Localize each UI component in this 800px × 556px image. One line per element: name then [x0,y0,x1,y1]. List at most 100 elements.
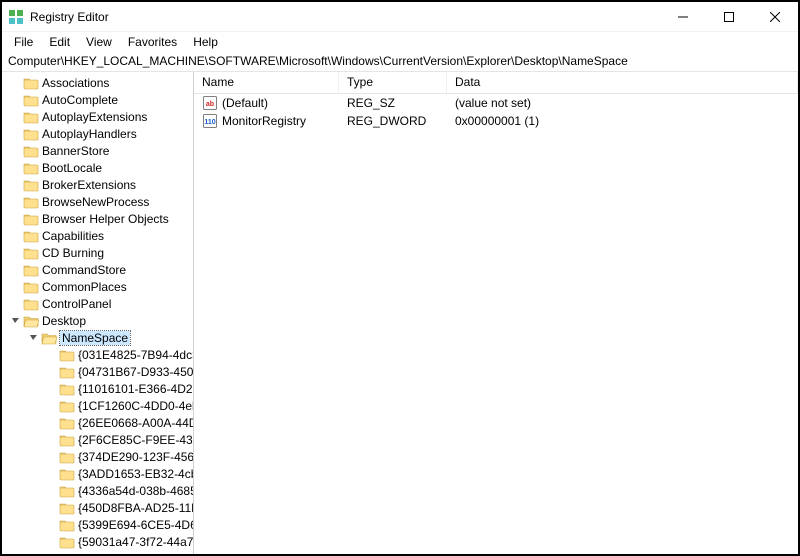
tree-item-label: Associations [42,76,109,90]
expander-none [44,382,58,396]
expander-none [44,467,58,481]
maximize-icon [724,12,734,22]
tree-item[interactable]: CommandStore [2,261,193,278]
tree-item[interactable]: {3ADD1653-EB32-4cb0-B [2,465,193,482]
tree-item-label: CD Burning [42,246,104,260]
expander-none [8,110,22,124]
tree-item[interactable]: Desktop [2,312,193,329]
folder-open-icon [23,314,39,328]
tree-item[interactable]: {59031a47-3f72-44a7-89c [2,533,193,550]
tree-item[interactable]: {374DE290-123F-4565-91 [2,448,193,465]
folder-icon [23,76,39,90]
window-title: Registry Editor [30,10,109,24]
tree-item[interactable]: AutoComplete [2,91,193,108]
value-name-cell: 110MonitorRegistry [194,112,339,130]
folder-icon [59,535,75,549]
menu-view[interactable]: View [78,33,120,51]
expander-open-icon[interactable] [8,314,22,328]
value-data: 0x00000001 (1) [447,113,798,129]
folder-icon [59,552,75,555]
app-icon [8,9,24,25]
expander-none [8,93,22,107]
tree-item[interactable]: {1CF1260C-4DD0-4ebb-8 [2,397,193,414]
expander-none [44,535,58,549]
expander-none [44,484,58,498]
tree-item-label: {5399E694-6CE5-4D6C-8 [78,518,194,532]
tree-item[interactable]: AutoplayHandlers [2,125,193,142]
menu-file[interactable]: File [6,33,41,51]
folder-icon [59,382,75,396]
expander-none [44,450,58,464]
folder-open-icon [41,331,57,345]
svg-text:110: 110 [204,119,215,126]
tree-item[interactable]: {5399E694-6CE5-4D6C-8 [2,516,193,533]
registry-tree: AssociationsAutoCompleteAutoplayExtensio… [2,72,193,554]
titlebar: Registry Editor [2,2,798,32]
folder-icon [59,365,75,379]
tree-item-label: {3ADD1653-EB32-4cb0-B [78,467,194,481]
tree-pane[interactable]: AssociationsAutoCompleteAutoplayExtensio… [2,72,194,554]
menu-favorites[interactable]: Favorites [120,33,185,51]
tree-item-label: Browser Helper Objects [42,212,169,226]
values-header: Name Type Data [194,72,798,94]
expander-open-icon[interactable] [26,331,40,345]
svg-text:ab: ab [206,101,214,108]
expander-none [8,229,22,243]
tree-item[interactable]: BannerStore [2,142,193,159]
tree-item[interactable]: BrowseNewProcess [2,193,193,210]
value-row[interactable]: ab(Default)REG_SZ(value not set) [194,94,798,112]
minimize-button[interactable] [660,2,706,32]
tree-item-label: AutoplayHandlers [42,127,137,141]
tree-item[interactable]: {26EE0668-A00A-44D7-93 [2,414,193,431]
menu-help[interactable]: Help [185,33,226,51]
expander-none [8,280,22,294]
tree-item[interactable]: Browser Helper Objects [2,210,193,227]
expander-none [8,161,22,175]
expander-none [8,297,22,311]
expander-none [8,263,22,277]
tree-item-label: BannerStore [42,144,109,158]
expander-none [8,212,22,226]
tree-item[interactable]: {450D8FBA-AD25-11D0-9 [2,499,193,516]
tree-item[interactable]: {04731B67-D933-450a-90 [2,363,193,380]
tree-item[interactable]: {11016101-E366-4D22-BC [2,380,193,397]
tree-item[interactable]: {2F6CE85C-F9EE-43CA-9 [2,431,193,448]
tree-item[interactable]: {031E4825-7B94-4dc3-B1 [2,346,193,363]
tree-item-label: {5b934b42-522b-4c34-bb [78,552,194,555]
folder-icon [23,297,39,311]
address-bar[interactable]: Computer\HKEY_LOCAL_MACHINE\SOFTWARE\Mic… [2,52,798,72]
values-pane[interactable]: Name Type Data ab(Default)REG_SZ(value n… [194,72,798,554]
tree-item-label: BrowseNewProcess [42,195,149,209]
menu-edit[interactable]: Edit [41,33,78,51]
tree-item[interactable]: Capabilities [2,227,193,244]
folder-icon [23,229,39,243]
column-name[interactable]: Name [194,72,339,93]
expander-none [8,195,22,209]
tree-item[interactable]: Associations [2,74,193,91]
tree-item[interactable]: AutoplayExtensions [2,108,193,125]
close-button[interactable] [752,2,798,32]
folder-icon [59,484,75,498]
value-row[interactable]: 110MonitorRegistryREG_DWORD0x00000001 (1… [194,112,798,130]
tree-item[interactable]: NameSpace [2,329,193,346]
tree-item[interactable]: BrokerExtensions [2,176,193,193]
column-type[interactable]: Type [339,72,447,93]
column-data[interactable]: Data [447,72,798,93]
folder-icon [23,161,39,175]
tree-item-label: {1CF1260C-4DD0-4ebb-8 [78,399,194,413]
tree-item[interactable]: ControlPanel [2,295,193,312]
tree-item[interactable]: {5b934b42-522b-4c34-bb [2,550,193,554]
tree-item[interactable]: CD Burning [2,244,193,261]
expander-none [44,348,58,362]
maximize-button[interactable] [706,2,752,32]
tree-item[interactable]: CommonPlaces [2,278,193,295]
tree-item[interactable]: BootLocale [2,159,193,176]
folder-icon [23,212,39,226]
tree-item-label: ControlPanel [42,297,111,311]
folder-icon [59,467,75,481]
tree-item[interactable]: {4336a54d-038b-4685-ab [2,482,193,499]
tree-item-label: Desktop [42,314,86,328]
expander-none [44,433,58,447]
tree-item-label: {26EE0668-A00A-44D7-93 [78,416,194,430]
tree-item-label: BrokerExtensions [42,178,136,192]
